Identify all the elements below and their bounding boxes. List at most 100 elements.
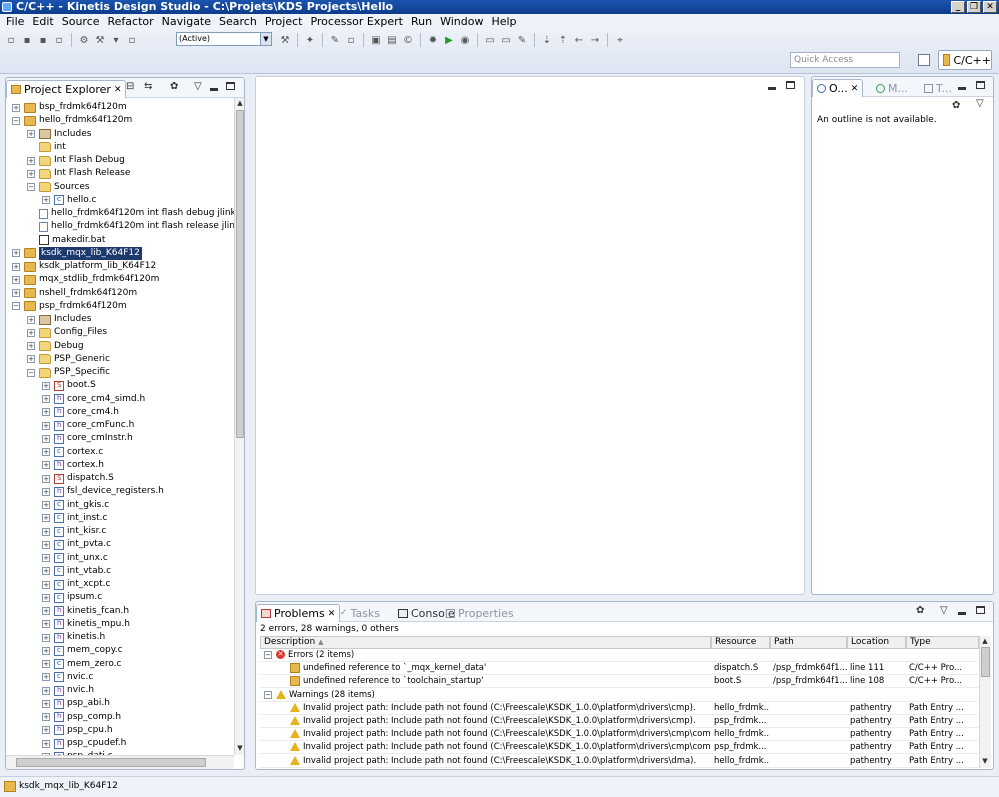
menu-file[interactable]: File	[2, 14, 28, 30]
expand-icon[interactable]: +	[42, 660, 50, 668]
tree-item[interactable]: − hello_frdmk64f120m	[12, 114, 132, 127]
tab-make-targets[interactable]: M...	[872, 79, 912, 97]
quick-access-input[interactable]: Quick Access	[790, 52, 900, 68]
expand-icon[interactable]: +	[42, 699, 50, 708]
minimize-view-icon[interactable]	[958, 83, 966, 93]
open-perspective-icon[interactable]	[918, 54, 930, 66]
view-menu-icon[interactable]: ▽	[940, 606, 948, 616]
collapse-icon[interactable]: −	[27, 183, 35, 191]
project-tree-vertical-scrollbar[interactable]: ▲ ▼	[234, 98, 244, 755]
expand-icon[interactable]: +	[27, 130, 35, 138]
sync-icon[interactable]: ✿	[952, 101, 960, 111]
tree-item[interactable]: + core_cm4.h	[42, 405, 119, 419]
expand-icon[interactable]: +	[42, 686, 50, 695]
expand-icon[interactable]: +	[42, 408, 50, 417]
pen-icon[interactable]: ✎	[515, 33, 529, 47]
minimize-window-button[interactable]: _	[951, 1, 965, 13]
view-menu-icon[interactable]: ▽	[194, 82, 202, 92]
expand-icon[interactable]: +	[42, 421, 50, 430]
problem-row[interactable]: undefined reference to `toolchain_startu…	[260, 675, 979, 689]
menu-navigate[interactable]: Navigate	[158, 14, 215, 30]
problem-row[interactable]: Invalid project path: Include path not f…	[260, 728, 979, 742]
expand-icon[interactable]: +	[12, 103, 20, 112]
maximize-view-icon[interactable]	[976, 81, 985, 92]
scroll-thumb[interactable]	[16, 758, 206, 767]
maximize-editor-icon[interactable]	[786, 81, 795, 92]
tree-item[interactable]: + psp_comp.h	[42, 710, 121, 724]
collapse-icon[interactable]: −	[27, 368, 35, 377]
tree-item[interactable]: + cortex.h	[42, 458, 104, 472]
expand-icon[interactable]: +	[42, 646, 50, 655]
tree-item[interactable]: + core_cm4_simd.h	[42, 392, 145, 406]
external-tools-icon[interactable]: ◉	[458, 33, 472, 47]
tree-item[interactable]: + psp_cpudef.h	[42, 737, 126, 750]
menu-run[interactable]: Run	[407, 14, 436, 30]
tree-item[interactable]: + kinetis_fcan.h	[42, 604, 129, 618]
expand-icon[interactable]: +	[42, 580, 50, 589]
close-tab-icon[interactable]: ✕	[851, 84, 859, 94]
expand-icon[interactable]: +	[12, 249, 20, 258]
open-type-icon[interactable]: ▭	[499, 33, 513, 47]
menu-window[interactable]: Window	[436, 14, 487, 30]
tree-item[interactable]: + int_unx.c	[42, 551, 108, 565]
tree-item[interactable]: + ksdk_mqx_lib_K64F12	[12, 246, 142, 260]
expand-icon[interactable]: +	[12, 262, 20, 271]
collapse-icon[interactable]: −	[264, 690, 272, 699]
search-icon[interactable]: ✎	[328, 33, 342, 47]
tree-item[interactable]: + Includes	[27, 313, 91, 326]
sync-icon[interactable]: ✿	[916, 606, 924, 616]
expand-icon[interactable]: +	[42, 673, 50, 682]
problem-row[interactable]: Invalid project path: Include path not f…	[260, 755, 979, 768]
next-annotation-icon[interactable]: ⇣	[540, 33, 554, 47]
tree-item[interactable]: + core_cmInstr.h	[42, 432, 133, 445]
expand-icon[interactable]: +	[42, 461, 50, 470]
tree-item[interactable]: + Config_Files	[27, 326, 107, 339]
open-folder-icon[interactable]: ▭	[483, 33, 497, 47]
tree-item[interactable]: + nvic.h	[42, 684, 94, 697]
column-header-type[interactable]: Type	[906, 636, 979, 649]
tree-item[interactable]: + int_xcpt.c	[42, 578, 110, 591]
scroll-down-icon[interactable]: ▼	[981, 757, 989, 767]
tree-item[interactable]: + cortex.c	[42, 445, 103, 459]
expand-icon[interactable]: +	[42, 739, 50, 748]
tree-item[interactable]: + kinetis.h	[42, 631, 105, 644]
collapse-icon[interactable]: −	[12, 302, 20, 311]
tree-item[interactable]: + mem_copy.c	[42, 644, 123, 657]
launch-config-select[interactable]: (Active) ▼	[176, 32, 272, 46]
perspective-cpp-button[interactable]: C/C++	[938, 50, 992, 70]
tree-item[interactable]: + int_vtab.c	[42, 564, 111, 578]
link-with-editor-icon[interactable]: ⇆	[144, 82, 152, 92]
scroll-thumb[interactable]	[981, 647, 990, 677]
tree-item[interactable]: − Sources	[27, 181, 90, 194]
tree-item[interactable]: + nshell_frdmk64f120m	[12, 287, 137, 300]
expand-icon[interactable]: +	[42, 713, 50, 721]
menu-help[interactable]: Help	[487, 14, 520, 30]
tree-item[interactable]: + psp_cpu.h	[42, 723, 113, 737]
tree-item[interactable]: + bsp_frdmk64f120m	[12, 101, 127, 114]
expand-icon[interactable]: +	[27, 156, 35, 165]
tab-project-explorer[interactable]: Project Explorer ✕	[6, 80, 127, 98]
tree-item[interactable]: + int_gkis.c	[42, 498, 109, 512]
expand-icon[interactable]: +	[27, 355, 35, 364]
problem-row[interactable]: Invalid project path: Include path not f…	[260, 715, 979, 728]
expand-icon[interactable]: +	[42, 514, 50, 523]
menu-search[interactable]: Search	[215, 14, 261, 30]
collapse-all-icon[interactable]: ⊟	[126, 82, 134, 92]
collapse-icon[interactable]: −	[264, 651, 272, 659]
menu-refactor[interactable]: Refactor	[104, 14, 158, 30]
expand-icon[interactable]: +	[12, 289, 20, 297]
expand-icon[interactable]: +	[42, 474, 50, 483]
tab-problems[interactable]: Problems ✕	[256, 604, 341, 622]
pin-editor-icon[interactable]: ⌖	[613, 33, 627, 47]
menu-source[interactable]: Source	[58, 14, 104, 30]
working-set-icon[interactable]: ✿	[170, 82, 178, 92]
debug-icon[interactable]: ✹	[426, 33, 440, 47]
expand-icon[interactable]: +	[12, 275, 20, 284]
expand-icon[interactable]: +	[42, 487, 50, 496]
run-icon[interactable]: ▶	[442, 33, 456, 47]
scroll-thumb[interactable]	[236, 110, 244, 438]
restore-window-button[interactable]: ❐	[967, 1, 981, 13]
column-header-description[interactable]: Description ▲	[260, 636, 711, 649]
tree-item[interactable]: + boot.S	[42, 379, 96, 392]
scroll-up-icon[interactable]: ▲	[981, 637, 989, 647]
